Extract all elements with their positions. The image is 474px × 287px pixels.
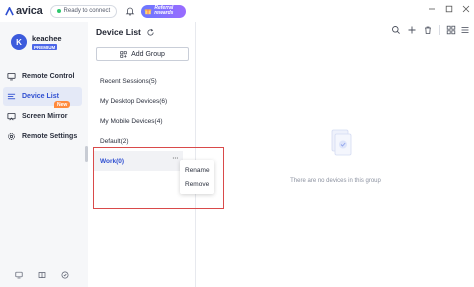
sidebar-item-label: Remote Settings <box>22 133 78 140</box>
help-icon[interactable] <box>61 271 69 279</box>
sidebar-footer <box>15 271 69 279</box>
new-badge: New <box>54 101 71 108</box>
group-item-recent-sessions[interactable]: Recent Sessions(5) <box>88 71 196 91</box>
sidebar-nav: Remote Control Device List Screen Mirror… <box>3 67 82 147</box>
refresh-icon[interactable] <box>146 28 155 37</box>
minimize-icon[interactable] <box>428 5 436 13</box>
group-label: My Mobile Devices(4) <box>100 117 163 125</box>
status-dot-icon <box>56 9 61 13</box>
connection-status: Ready to connect <box>49 4 118 18</box>
add-group-button[interactable]: Add Group <box>96 47 189 61</box>
gift-icon <box>145 9 152 15</box>
search-icon[interactable] <box>391 25 401 35</box>
page-title: Device List <box>96 27 141 37</box>
status-text: Ready to connect <box>63 8 111 14</box>
group-label: My Desktop Devices(6) <box>100 97 168 105</box>
user-profile[interactable]: K keachee PREMIUM <box>11 34 62 51</box>
sidebar-item-device-list[interactable]: Device List <box>3 87 82 106</box>
profile-info: keachee PREMIUM <box>32 34 62 51</box>
referral-label: Referral rewards <box>154 5 174 17</box>
sidebar-item-remote-control[interactable]: Remote Control <box>3 67 82 86</box>
close-icon[interactable] <box>462 5 470 13</box>
empty-state-message: There are no devices in this group <box>290 178 381 184</box>
referral-rewards-button[interactable]: Referral rewards <box>141 4 187 18</box>
sidebar: K keachee PREMIUM Remote Control Device … <box>0 22 88 287</box>
add-group-icon <box>120 50 127 58</box>
group-list: Recent Sessions(5) My Desktop Devices(6)… <box>88 71 196 171</box>
view-toggle <box>446 25 470 35</box>
premium-badge-label: PREMIUM <box>34 44 56 50</box>
group-label: Work(0) <box>100 157 125 165</box>
main-toolbar <box>391 25 470 35</box>
group-item-my-desktop-devices[interactable]: My Desktop Devices(6) <box>88 91 196 111</box>
book-icon[interactable] <box>38 271 46 279</box>
device-list-header: Device List <box>96 26 155 38</box>
maximize-icon[interactable] <box>445 5 453 13</box>
list-icon <box>7 93 16 100</box>
referral-line2: rewards <box>154 10 174 16</box>
more-options-icon[interactable]: ··· <box>172 156 179 164</box>
group-item-default[interactable]: Default(2) <box>88 131 196 151</box>
sidebar-item-label: Remote Control <box>22 73 75 80</box>
list-view-icon[interactable] <box>460 25 470 35</box>
top-bar: avica Ready to connect Referral rewards <box>0 0 474 22</box>
sidebar-item-screen-mirror[interactable]: Screen Mirror New <box>3 101 82 126</box>
app-name: avica <box>16 5 43 17</box>
empty-folder-icon <box>331 129 352 156</box>
gear-icon <box>8 133 15 140</box>
sidebar-item-label: Device List <box>22 93 59 100</box>
bell-icon[interactable] <box>125 6 135 16</box>
premium-badge: PREMIUM <box>32 44 58 50</box>
toolbar-divider <box>439 25 440 35</box>
avatar[interactable]: K <box>11 34 27 51</box>
main-panel: There are no devices in this group <box>197 22 474 287</box>
avica-logo-icon <box>5 6 14 15</box>
device-list-panel: Device List Add Group Recent Sessions(5)… <box>88 22 196 287</box>
group-label: Recent Sessions(5) <box>100 77 157 85</box>
add-group-label: Add Group <box>131 50 165 58</box>
trash-icon[interactable] <box>423 25 433 35</box>
window-controls <box>428 5 470 13</box>
group-item-my-mobile-devices[interactable]: My Mobile Devices(4) <box>88 111 196 131</box>
add-device-icon[interactable] <box>407 25 417 35</box>
screen-mirror-icon <box>7 112 16 121</box>
group-item-work[interactable]: Work(0) ··· <box>93 151 183 171</box>
grid-view-icon[interactable] <box>446 25 456 35</box>
message-icon[interactable] <box>15 271 23 279</box>
monitor-icon <box>7 72 16 81</box>
sidebar-item-remote-settings[interactable]: Remote Settings <box>3 127 82 146</box>
username: keachee <box>32 34 62 43</box>
brand: avica <box>5 5 43 17</box>
group-label: Default(2) <box>100 137 129 145</box>
sidebar-item-label: Screen Mirror <box>22 113 68 120</box>
